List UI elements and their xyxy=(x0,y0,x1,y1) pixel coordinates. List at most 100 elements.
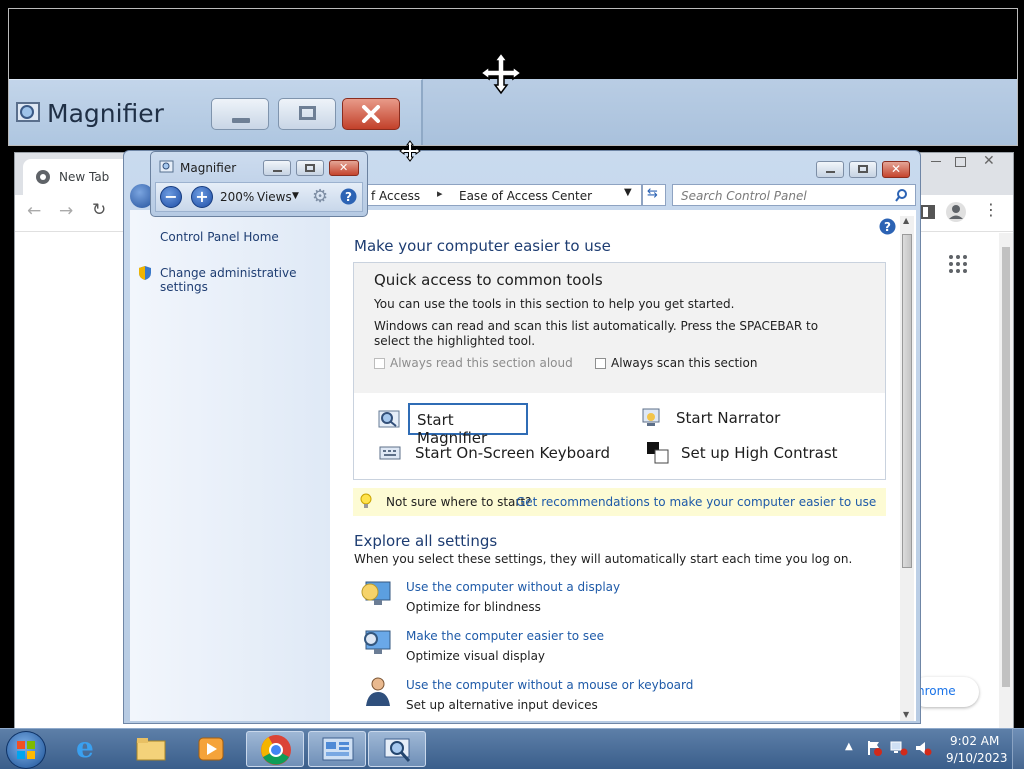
quick-access-line1: You can use the tools in this section to… xyxy=(374,297,735,311)
cp-close-button[interactable]: ✕ xyxy=(882,161,910,178)
chrome-maximize-button[interactable] xyxy=(955,157,966,167)
zoom-out-button[interactable]: − xyxy=(160,186,182,208)
action-center-flag-icon[interactable] xyxy=(866,740,882,756)
narrator-icon xyxy=(642,408,660,426)
high-contrast-link[interactable]: Set up High Contrast xyxy=(681,444,838,462)
cp-maximize-button[interactable] xyxy=(849,161,877,178)
scan-checkbox[interactable] xyxy=(595,358,606,369)
back-arrow-icon[interactable]: ← xyxy=(27,201,41,221)
magnifier-close-button[interactable]: ✕ xyxy=(329,160,359,176)
breadcrumb-current[interactable]: Ease of Access Center xyxy=(459,189,592,203)
zoom-in-button[interactable]: + xyxy=(191,186,213,208)
page-title: Make your computer easier to use xyxy=(354,237,611,255)
left-navigation-pane: Control Panel Home Change administrative… xyxy=(130,210,330,721)
chevron-down-icon[interactable]: ▼ xyxy=(624,187,632,198)
lightbulb-icon xyxy=(360,493,372,508)
monitor-speaker-icon xyxy=(361,581,391,605)
clock-time[interactable]: 9:02 AM xyxy=(950,734,999,748)
without-mouse-link[interactable]: Use the computer without a mouse or keyb… xyxy=(406,678,693,692)
move-cursor-icon xyxy=(399,140,421,162)
tip-text: Not sure where to start? xyxy=(386,495,532,509)
taskbar-magnifier[interactable] xyxy=(368,731,426,767)
side-panel-icon[interactable] xyxy=(921,205,935,219)
taskbar-chrome[interactable] xyxy=(246,731,304,767)
magnifier-toolbar-window: Magnifier ✕ − + 200% Views ▼ ⚙ ? xyxy=(150,151,368,217)
apps-grid-icon[interactable] xyxy=(948,254,968,274)
magnifier-maximize-button[interactable] xyxy=(296,160,324,176)
keyboard-icon xyxy=(379,446,401,460)
help-icon[interactable]: ? xyxy=(340,188,357,205)
forward-arrow-icon[interactable]: → xyxy=(59,201,73,221)
quick-access-title: Quick access to common tools xyxy=(374,271,603,289)
taskbar-explorer[interactable] xyxy=(122,731,180,767)
control-panel-home-link[interactable]: Control Panel Home xyxy=(160,230,279,244)
without-display-desc: Optimize for blindness xyxy=(406,600,541,614)
start-magnifier-label: Start Magnifier xyxy=(417,411,488,447)
recommendations-link[interactable]: Get recommendations to make your compute… xyxy=(516,495,876,509)
taskbar-internet-explorer[interactable]: e xyxy=(62,731,120,767)
magnifier-lens-view: Magnifier xyxy=(8,8,1018,146)
cp-scrollbar[interactable]: ▲ ▼ xyxy=(900,216,914,721)
explore-item: Make the computer easier to see Optimize… xyxy=(360,625,760,665)
start-narrator-link[interactable]: Start Narrator xyxy=(676,409,780,427)
search-box[interactable]: Search Control Panel xyxy=(672,184,916,206)
magnifier-minimize-button[interactable] xyxy=(263,160,291,176)
easier-to-see-link[interactable]: Make the computer easier to see xyxy=(406,629,604,643)
kebab-menu-icon[interactable]: ⋮ xyxy=(983,200,999,219)
reload-icon[interactable]: ↻ xyxy=(92,200,106,220)
start-magnifier-button[interactable]: Start Magnifier xyxy=(408,403,528,447)
customize-chrome-button[interactable]: hrome xyxy=(911,677,979,707)
taskbar-control-panel[interactable] xyxy=(308,731,366,767)
search-icon[interactable] xyxy=(895,189,908,202)
volume-muted-icon[interactable] xyxy=(914,740,932,756)
chrome-minimize-button[interactable] xyxy=(931,161,941,162)
lens-title: Magnifier xyxy=(47,99,164,128)
ie-icon: e xyxy=(76,731,94,764)
magnifier-taskbar-icon xyxy=(384,738,411,762)
show-hidden-icons-chevron[interactable]: ▲ xyxy=(845,741,853,752)
media-player-icon xyxy=(198,737,224,761)
refresh-icon: ⇆ xyxy=(647,186,658,201)
refresh-button[interactable]: ⇆ xyxy=(642,184,666,206)
without-mouse-desc: Set up alternative input devices xyxy=(406,698,598,712)
quick-access-panel: Quick access to common tools You can use… xyxy=(353,262,886,480)
gear-icon[interactable]: ⚙ xyxy=(312,186,328,207)
cp-minimize-button[interactable] xyxy=(816,161,844,178)
quick-access-line2: Windows can read and scan this list auto… xyxy=(374,319,819,348)
clock-date[interactable]: 9/10/2023 xyxy=(946,751,1008,765)
lens-restore-button[interactable] xyxy=(278,98,336,130)
explore-title: Explore all settings xyxy=(354,532,498,550)
start-keyboard-link[interactable]: Start On-Screen Keyboard xyxy=(415,444,610,462)
start-button[interactable] xyxy=(6,731,46,769)
change-admin-settings-link[interactable]: Change administrative settings xyxy=(160,266,330,294)
breadcrumb-separator-icon: ▸ xyxy=(437,187,443,200)
network-icon[interactable] xyxy=(890,740,908,756)
chrome-scrollbar[interactable] xyxy=(999,233,1013,729)
customize-chrome-label: hrome xyxy=(917,684,956,698)
taskbar-media-player[interactable] xyxy=(182,731,240,767)
svg-text:?: ? xyxy=(345,190,352,204)
chrome-close-button[interactable]: ✕ xyxy=(983,153,995,169)
views-dropdown[interactable]: Views xyxy=(257,190,292,204)
lens-minimize-button[interactable] xyxy=(211,98,269,130)
breadcrumb-parent[interactable]: f Access xyxy=(371,189,420,203)
read-aloud-checkbox[interactable] xyxy=(374,358,385,369)
show-desktop-button[interactable] xyxy=(1012,729,1024,769)
lens-close-button[interactable] xyxy=(342,98,400,130)
control-panel-icon xyxy=(322,737,354,761)
profile-avatar-icon[interactable] xyxy=(945,201,967,223)
chrome-tab-new-tab[interactable]: New Tab xyxy=(23,159,133,195)
high-contrast-icon xyxy=(647,442,669,464)
magnifier-app-icon xyxy=(16,102,40,122)
magnifier-window-title: Magnifier xyxy=(180,161,237,175)
tip-banner: Not sure where to start? Get recommendat… xyxy=(353,488,886,516)
views-chevron-down-icon[interactable]: ▼ xyxy=(292,191,299,201)
main-content-pane: ? ▲ ▼ Make your computer easier to use Q… xyxy=(330,210,916,721)
svg-text:?: ? xyxy=(884,220,891,234)
without-display-link[interactable]: Use the computer without a display xyxy=(406,580,620,594)
magnifier-tool-icon xyxy=(378,410,400,428)
explore-subtitle: When you select these settings, they wil… xyxy=(354,552,853,566)
help-icon[interactable]: ? xyxy=(879,218,896,235)
explore-item: Use the computer without a display Optim… xyxy=(360,576,760,616)
explore-item: Use the computer without a mouse or keyb… xyxy=(360,674,760,714)
